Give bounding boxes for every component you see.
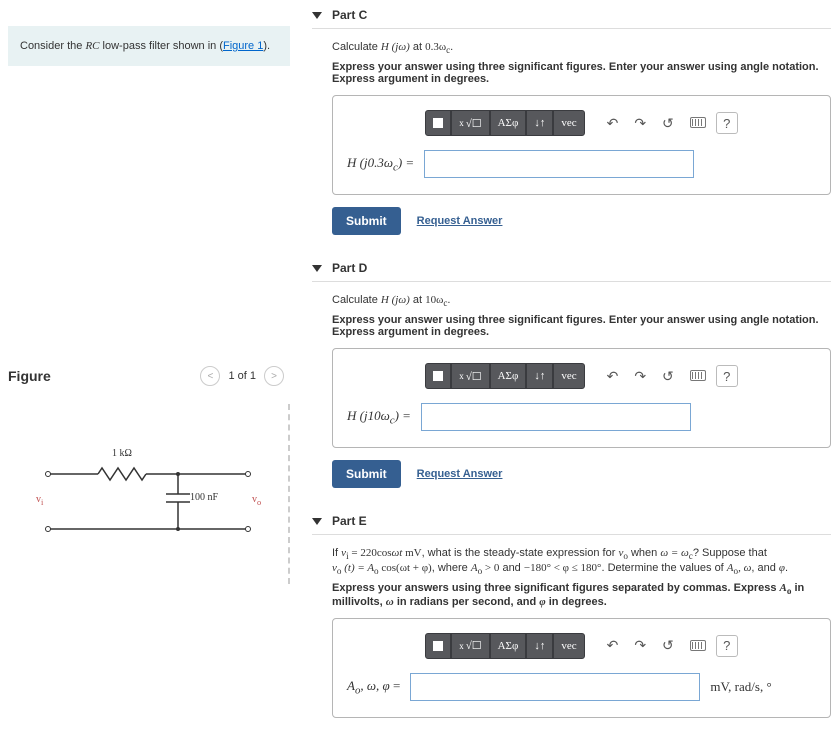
reset-icon[interactable]: ↺	[656, 368, 680, 385]
part-c-question: Calculate H (jω) at 0.3ωc.	[332, 41, 831, 55]
part-c-input[interactable]	[424, 150, 694, 178]
reset-icon[interactable]: ↺	[656, 637, 680, 654]
arrows-button[interactable]: ↓↑	[526, 633, 553, 659]
part-c-request-link[interactable]: Request Answer	[417, 215, 503, 227]
part-e-question: If vi = 220cosωt mV, what is the steady-…	[332, 547, 831, 575]
figure-next-button[interactable]: >	[264, 366, 284, 386]
reset-icon[interactable]: ↺	[656, 115, 680, 132]
part-d-request-link[interactable]: Request Answer	[417, 468, 503, 480]
part-d-submit-button[interactable]: Submit	[332, 460, 401, 488]
vi-label: vi	[36, 494, 43, 507]
part-d-title: Part D	[332, 261, 367, 275]
capacitor-label: 100 nF	[190, 492, 218, 503]
help-icon[interactable]: ?	[716, 112, 738, 134]
template-button[interactable]	[425, 110, 451, 136]
prompt-text-3: ).	[263, 40, 270, 52]
part-e-units: mV, rad/s, °	[710, 679, 771, 695]
vec-button[interactable]: vec	[553, 110, 584, 136]
part-d-question: Calculate H (jω) at 10ωc.	[332, 294, 831, 308]
root-button[interactable]: x√☐	[451, 633, 489, 659]
collapse-icon[interactable]	[312, 265, 322, 272]
part-c-title: Part C	[332, 8, 367, 22]
undo-icon[interactable]: ↶	[601, 368, 625, 385]
figure-page: 1 of 1	[228, 370, 256, 382]
resistor-label: 1 kΩ	[112, 448, 132, 459]
collapse-icon[interactable]	[312, 518, 322, 525]
greek-button[interactable]: ΑΣφ	[490, 633, 527, 659]
figure-heading: Figure	[8, 368, 51, 384]
vec-button[interactable]: vec	[553, 633, 584, 659]
template-button[interactable]	[425, 633, 451, 659]
undo-icon[interactable]: ↶	[601, 115, 625, 132]
greek-button[interactable]: ΑΣφ	[490, 110, 527, 136]
root-button[interactable]: x√☐	[451, 110, 489, 136]
redo-icon[interactable]: ↷	[628, 115, 652, 132]
part-c-submit-button[interactable]: Submit	[332, 207, 401, 235]
keyboard-icon[interactable]	[684, 638, 712, 654]
part-c-instructions: Express your answer using three signific…	[332, 61, 831, 85]
part-e-lhs: Ao, ω, φ =	[347, 678, 400, 697]
part-d-lhs: H (j10ωc) =	[347, 408, 411, 427]
redo-icon[interactable]: ↷	[628, 637, 652, 654]
part-c-lhs: H (j0.3ωc) =	[347, 155, 414, 174]
figure-link[interactable]: Figure 1	[223, 40, 263, 52]
part-e-answer-box: x√☐ ΑΣφ ↓↑ vec ↶ ↷ ↺ ? Ao, ω, φ =	[332, 618, 831, 718]
arrows-button[interactable]: ↓↑	[526, 363, 553, 389]
vo-label: vo	[252, 494, 261, 507]
prompt-text-1: Consider the	[20, 40, 85, 52]
part-d-input[interactable]	[421, 403, 691, 431]
template-button[interactable]	[425, 363, 451, 389]
undo-icon[interactable]: ↶	[601, 637, 625, 654]
arrows-button[interactable]: ↓↑	[526, 110, 553, 136]
collapse-icon[interactable]	[312, 12, 322, 19]
keyboard-icon[interactable]	[684, 368, 712, 384]
part-e-input[interactable]	[410, 673, 700, 701]
keyboard-icon[interactable]	[684, 115, 712, 131]
part-e-instructions: Express your answers using three signifi…	[332, 582, 831, 608]
problem-prompt: Consider the RC low-pass filter shown in…	[8, 26, 290, 66]
figure-prev-button[interactable]: <	[200, 366, 220, 386]
part-e-title: Part E	[332, 514, 367, 528]
prompt-var: RC	[85, 40, 99, 52]
prompt-text-2: low-pass filter shown in (	[100, 40, 224, 52]
vec-button[interactable]: vec	[553, 363, 584, 389]
part-d-instructions: Express your answer using three signific…	[332, 314, 831, 338]
root-button[interactable]: x√☐	[451, 363, 489, 389]
greek-button[interactable]: ΑΣφ	[490, 363, 527, 389]
help-icon[interactable]: ?	[716, 365, 738, 387]
figure-panel: 1 kΩ 100 nF vi vo	[8, 404, 290, 584]
redo-icon[interactable]: ↷	[628, 368, 652, 385]
part-c-answer-box: x√☐ ΑΣφ ↓↑ vec ↶ ↷ ↺ ? H (j0.3ωc) =	[332, 95, 831, 195]
help-icon[interactable]: ?	[716, 635, 738, 657]
part-d-answer-box: x√☐ ΑΣφ ↓↑ vec ↶ ↷ ↺ ? H (j10ωc) =	[332, 348, 831, 448]
